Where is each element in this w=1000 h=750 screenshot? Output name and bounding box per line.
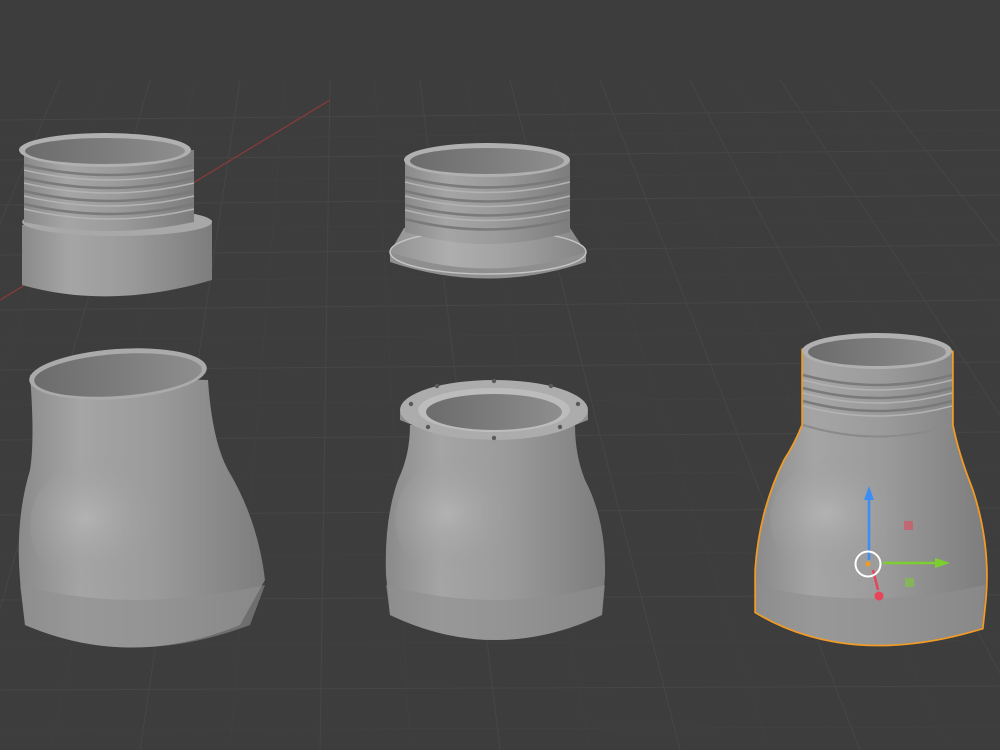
threaded-connector[interactable] (19, 133, 212, 297)
threaded-flange-connector[interactable] (389, 143, 587, 279)
flanged-reducer[interactable] (385, 378, 606, 640)
gizmo-plane-handle-green[interactable] (905, 578, 914, 587)
origin-point-icon (865, 561, 871, 567)
3d-viewport[interactable] (0, 0, 1000, 750)
gizmo-plane-handle-red[interactable] (904, 521, 913, 530)
gizmo-x-handle-icon[interactable] (874, 591, 884, 601)
